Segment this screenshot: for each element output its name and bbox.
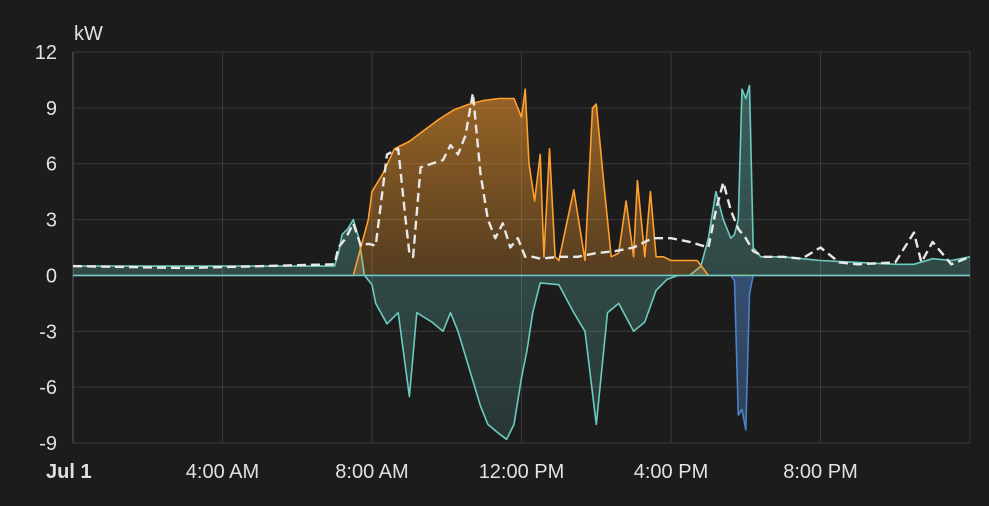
x-tick-label: 4:00 PM bbox=[634, 461, 708, 483]
x-tick-label: 8:00 AM bbox=[335, 461, 408, 483]
y-tick-label: 3 bbox=[46, 210, 57, 232]
x-tick-label: Jul 1 bbox=[46, 461, 92, 483]
y-tick-label: -9 bbox=[39, 433, 57, 455]
y-tick-label: 0 bbox=[46, 265, 57, 287]
y-tick-label: -3 bbox=[39, 321, 57, 343]
y-tick-label: 6 bbox=[46, 154, 57, 176]
x-tick-label: 8:00 PM bbox=[783, 461, 857, 483]
chart-svg: 12 9 6 3 0 -3 -6 -9 Jul 1 4:00 AM 8:00 AM 12:00 PM 4… bbox=[35, 23, 971, 483]
energy-chart: 12 9 6 3 0 -3 -6 -9 Jul 1 4:00 AM 8:00 AM 12:00 PM 4… bbox=[0, 0, 989, 506]
y-tick-label: 12 bbox=[35, 42, 57, 64]
y-tick-label: -6 bbox=[39, 377, 57, 399]
x-tick-label: 12:00 PM bbox=[479, 461, 565, 483]
y-tick-label: 9 bbox=[46, 98, 57, 120]
y-unit-label: kW bbox=[74, 23, 103, 45]
x-tick-label: 4:00 AM bbox=[186, 461, 259, 483]
